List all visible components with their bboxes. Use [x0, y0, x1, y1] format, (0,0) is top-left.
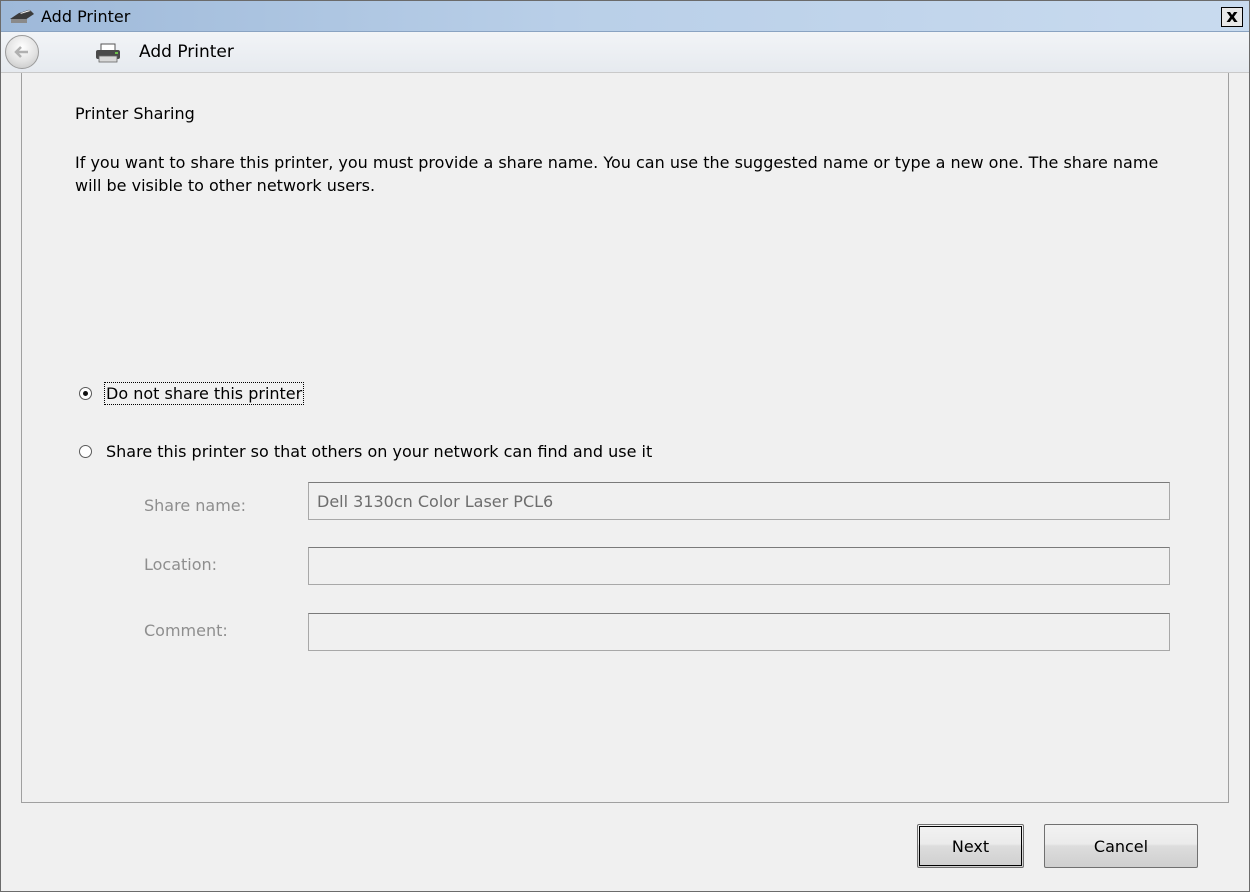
- share-printer-option[interactable]: Share this printer so that others on you…: [79, 439, 652, 463]
- title-bar: Add Printer x: [1, 1, 1249, 32]
- do-not-share-label[interactable]: Do not share this printer: [103, 381, 305, 405]
- close-icon: x: [1226, 6, 1238, 27]
- comment-input[interactable]: [308, 613, 1170, 651]
- page-heading: Printer Sharing: [75, 104, 195, 123]
- back-arrow-icon: [14, 46, 28, 58]
- location-label: Location:: [144, 555, 218, 574]
- window-title: Add Printer: [41, 7, 131, 26]
- navigation-bar: Add Printer: [1, 32, 1249, 73]
- share-name-label: Share name:: [144, 496, 247, 515]
- share-printer-radio[interactable]: [79, 444, 92, 458]
- next-button[interactable]: Next: [917, 824, 1024, 868]
- close-button[interactable]: x: [1221, 7, 1243, 27]
- share-printer-label[interactable]: Share this printer so that others on you…: [106, 442, 652, 461]
- share-name-input[interactable]: [308, 482, 1170, 520]
- back-button[interactable]: [5, 35, 39, 69]
- comment-label: Comment:: [144, 621, 228, 640]
- page-description: If you want to share this printer, you m…: [75, 153, 1159, 195]
- wizard-title: Add Printer: [139, 42, 234, 62]
- printer-icon: [10, 9, 34, 23]
- do-not-share-option[interactable]: Do not share this printer: [79, 381, 305, 405]
- cancel-button[interactable]: Cancel: [1044, 824, 1198, 868]
- location-input[interactable]: [308, 547, 1170, 585]
- do-not-share-radio[interactable]: [79, 386, 92, 400]
- printer-icon: [96, 43, 120, 63]
- add-printer-window: Add Printer x Add Printer Printer Sharin…: [0, 0, 1250, 892]
